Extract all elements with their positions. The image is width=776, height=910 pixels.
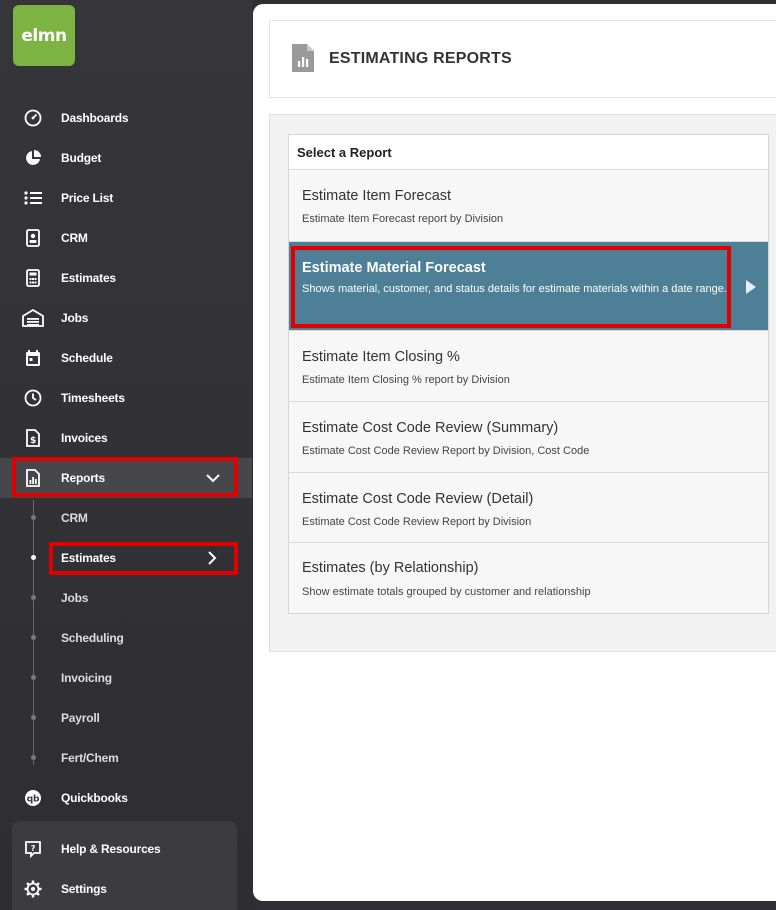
sidebar-item-label: Jobs	[61, 311, 89, 325]
sidebar-item-label: Dashboards	[61, 111, 129, 125]
content-panel: Select a Report Estimate Item Forecast E…	[269, 114, 776, 652]
highlight-estimates	[49, 542, 238, 575]
report-row-estimate-item-closing[interactable]: Estimate Item Closing % Estimate Item Cl…	[289, 331, 768, 402]
sidebar-item-label: Timesheets	[61, 391, 125, 405]
report-row-estimate-item-forecast[interactable]: Estimate Item Forecast Estimate Item For…	[289, 171, 768, 242]
calendar-icon	[22, 347, 44, 369]
sidebar-item-help[interactable]: ? Help & Resources	[0, 829, 252, 869]
quickbooks-icon: qb	[22, 787, 44, 809]
sub-item-label: Fert/Chem	[61, 751, 119, 765]
report-row-cost-code-detail[interactable]: Estimate Cost Code Review (Detail) Estim…	[289, 473, 768, 543]
reports-sub-fert-chem[interactable]: Fert/Chem	[0, 738, 252, 778]
sub-item-label: Jobs	[61, 591, 89, 605]
sub-item-label: Scheduling	[61, 631, 124, 645]
document-chart-icon	[292, 44, 314, 77]
report-desc: Show estimate totals grouped by customer…	[302, 586, 591, 598]
sidebar-item-label: Price List	[61, 191, 114, 205]
report-list-heading: Select a Report	[289, 135, 768, 170]
reports-sub-crm[interactable]: CRM	[0, 498, 252, 538]
report-title: Estimate Cost Code Review (Summary)	[302, 420, 559, 436]
elmn-logo[interactable]: elmn	[13, 5, 75, 66]
sidebar-item-settings[interactable]: Settings	[0, 869, 252, 909]
sub-item-label: Payroll	[61, 711, 100, 725]
report-desc: Estimate Cost Code Review Report by Divi…	[302, 445, 590, 457]
report-desc: Estimate Item Closing % report by Divisi…	[302, 374, 510, 386]
invoice-dollar-icon: $	[22, 427, 44, 449]
sidebar-item-label: Schedule	[61, 351, 113, 365]
contact-card-icon	[22, 227, 44, 249]
sidebar-item-price-list[interactable]: Price List	[0, 178, 252, 218]
help-icon: ?	[22, 838, 44, 860]
play-arrow-icon[interactable]	[746, 280, 756, 294]
pie-chart-icon	[22, 147, 44, 169]
page-header: ESTIMATING REPORTS	[269, 20, 776, 98]
report-title: Estimate Cost Code Review (Detail)	[302, 491, 534, 507]
sub-item-label: Invoicing	[61, 671, 112, 685]
sidebar-item-label: Invoices	[61, 431, 108, 445]
sidebar: elmn Dashboards Budget Price List CRM Es…	[0, 0, 252, 910]
sidebar-item-label: Help & Resources	[61, 842, 161, 856]
sub-item-label: CRM	[61, 511, 88, 525]
sidebar-item-jobs[interactable]: Jobs	[0, 298, 252, 338]
reports-sub-jobs[interactable]: Jobs	[0, 578, 252, 618]
report-title: Estimate Item Forecast	[302, 188, 452, 204]
sidebar-item-crm[interactable]: CRM	[0, 218, 252, 258]
sidebar-item-label: Settings	[61, 882, 107, 896]
main-content: ESTIMATING REPORTS Select a Report Estim…	[253, 4, 776, 901]
sidebar-item-quickbooks[interactable]: qb Quickbooks	[0, 778, 252, 818]
sidebar-item-schedule[interactable]: Schedule	[0, 338, 252, 378]
reports-sub-invoicing[interactable]: Invoicing	[0, 658, 252, 698]
report-row-estimate-material-forecast[interactable]: Estimate Material Forecast Shows materia…	[289, 242, 768, 331]
clock-icon	[22, 387, 44, 409]
svg-text:?: ?	[31, 844, 36, 853]
report-desc: Estimate Item Forecast report by Divisio…	[302, 213, 504, 225]
sidebar-item-label: Estimates	[61, 271, 116, 285]
report-desc: Estimate Cost Code Review Report by Divi…	[302, 516, 532, 528]
list-icon	[22, 187, 44, 209]
report-list: Select a Report Estimate Item Forecast E…	[288, 134, 769, 614]
page-title: ESTIMATING REPORTS	[329, 50, 512, 67]
sidebar-item-invoices[interactable]: $ Invoices	[0, 418, 252, 458]
calculator-icon	[22, 267, 44, 289]
sidebar-item-budget[interactable]: Budget	[0, 138, 252, 178]
sidebar-item-label: CRM	[61, 231, 88, 245]
report-title: Estimates (by Relationship)	[302, 560, 479, 576]
dashboard-gauge-icon	[22, 107, 44, 129]
report-title: Estimate Item Closing %	[302, 349, 460, 365]
sidebar-item-label: Quickbooks	[61, 791, 128, 805]
gear-icon	[22, 878, 44, 900]
sidebar-item-label: Budget	[61, 151, 102, 165]
svg-text:qb: qb	[27, 795, 40, 805]
report-row-cost-code-summary[interactable]: Estimate Cost Code Review (Summary) Esti…	[289, 402, 768, 473]
sidebar-item-dashboards[interactable]: Dashboards	[0, 98, 252, 138]
sidebar-item-timesheets[interactable]: Timesheets	[0, 378, 252, 418]
report-row-estimates-by-relationship[interactable]: Estimates (by Relationship) Show estimat…	[289, 543, 768, 613]
garage-icon	[22, 307, 44, 329]
sidebar-item-estimates[interactable]: Estimates	[0, 258, 252, 298]
reports-sub-payroll[interactable]: Payroll	[0, 698, 252, 738]
highlight-reports	[12, 457, 238, 497]
reports-sub-scheduling[interactable]: Scheduling	[0, 618, 252, 658]
highlight-material-forecast	[291, 246, 731, 328]
svg-text:$: $	[30, 436, 36, 446]
